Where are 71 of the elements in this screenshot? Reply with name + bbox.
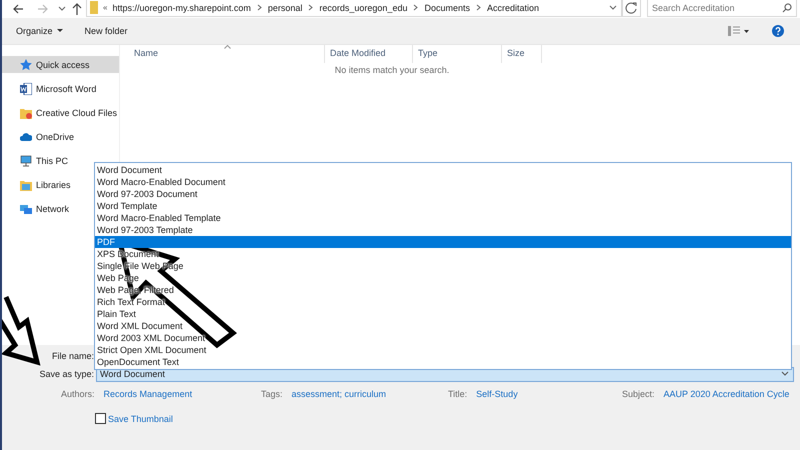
dropdown-option[interactable]: Word 97-2003 Template [95, 224, 791, 236]
back-arrow-icon[interactable] [12, 4, 24, 14]
column-header[interactable]: Type [413, 45, 502, 63]
star-icon [20, 58, 32, 70]
property-label: Authors: [61, 389, 95, 399]
property-label: Title: [448, 389, 468, 399]
toolbar-button[interactable]: New folder [82, 24, 130, 38]
computer-icon [20, 154, 32, 166]
column-header[interactable]: Size [502, 45, 542, 63]
column-header[interactable]: Name [120, 45, 325, 63]
dropdown-option[interactable]: Strict Open XML Document [95, 344, 791, 356]
chevron-right-icon [413, 4, 418, 11]
property-value[interactable]: Self-Study [476, 389, 518, 399]
sidebar-item[interactable]: This PC [2, 152, 70, 169]
chevron-down-icon [781, 371, 789, 377]
property-value[interactable]: AAUP 2020 Accreditation Cycle [664, 389, 790, 399]
field-label: Save as type: [38, 369, 94, 379]
sidebar-item[interactable]: Creative Cloud Files [2, 104, 120, 121]
address-bar[interactable]: « https://uoregon-my.sharepoint.com personal records_uoregon_edu Documents Accreditation [86, 0, 622, 16]
property-value[interactable]: Records Management [104, 389, 192, 399]
breadcrumb[interactable]: Accreditation [487, 2, 540, 12]
dropdown-option[interactable]: Word Document [95, 164, 791, 176]
search-box[interactable]: Search Accreditation [647, 0, 797, 16]
empty-message: No items match your search. [334, 65, 450, 75]
chevron-down-icon[interactable] [58, 6, 66, 12]
overflow-chevron[interactable]: « [103, 3, 108, 12]
chevron-right-icon [308, 4, 314, 11]
folder-icon [90, 1, 98, 14]
field-label: File name: [50, 351, 94, 361]
dropdown-option[interactable]: Word Macro-Enabled Document [95, 176, 791, 188]
breadcrumb[interactable]: https://uoregon-my.sharepoint.com [112, 2, 251, 12]
folder-icon [20, 178, 32, 190]
refresh-icon[interactable] [622, 0, 641, 16]
property-value[interactable]: assessment; curriculum [292, 389, 386, 399]
property-label: Tags: [261, 389, 283, 399]
document-icon [20, 82, 32, 94]
column-header[interactable]: Date Modified [325, 45, 413, 63]
sidebar-item[interactable]: Quick access [2, 56, 119, 73]
network-icon [20, 202, 32, 214]
sidebar-item[interactable]: Network [2, 200, 72, 217]
sort-caret-icon [224, 45, 231, 49]
breadcrumb[interactable]: records_uoregon_edu [319, 2, 408, 12]
sidebar-item[interactable]: Microsoft Word [2, 80, 98, 97]
checkbox-label[interactable]: Save Thumbnail [108, 414, 173, 424]
dropdown-option[interactable]: Word Template [95, 200, 791, 212]
breadcrumb[interactable]: Documents [424, 2, 470, 12]
dropdown-option[interactable]: Word 97-2003 Document [95, 188, 791, 200]
dropdown-option[interactable]: Word Macro-Enabled Template [95, 212, 791, 224]
dropdown-option[interactable]: PDF [95, 236, 791, 248]
caret-icon [56, 29, 63, 33]
folder-icon [20, 106, 32, 118]
property-label: Subject: [622, 389, 655, 399]
cloud-icon [20, 130, 32, 142]
breadcrumb[interactable]: personal [268, 2, 302, 12]
search-field[interactable]: Search Accreditation [648, 2, 782, 12]
dropdown-option[interactable]: Word XML Document [95, 320, 791, 332]
help-icon[interactable] [772, 25, 784, 37]
search-icon [782, 2, 792, 12]
dropdown-option[interactable]: OpenDocument Text [95, 356, 791, 368]
menu-button[interactable]: Organize [14, 24, 65, 38]
dropdown-option[interactable]: Word 2003 XML Document [95, 332, 791, 344]
sidebar-item[interactable]: OneDrive [2, 128, 76, 145]
up-arrow-icon[interactable] [72, 3, 82, 15]
chevron-down-icon[interactable] [609, 4, 617, 10]
view-options-icon[interactable] [728, 26, 750, 36]
dropdown-option[interactable]: Rich Text Format [95, 296, 791, 308]
chevron-right-icon [476, 4, 481, 11]
dropdown-option[interactable]: Plain Text [95, 308, 791, 320]
checkbox[interactable] [95, 413, 106, 424]
chevron-right-icon [256, 4, 262, 11]
sidebar-item[interactable]: Libraries [2, 176, 73, 193]
